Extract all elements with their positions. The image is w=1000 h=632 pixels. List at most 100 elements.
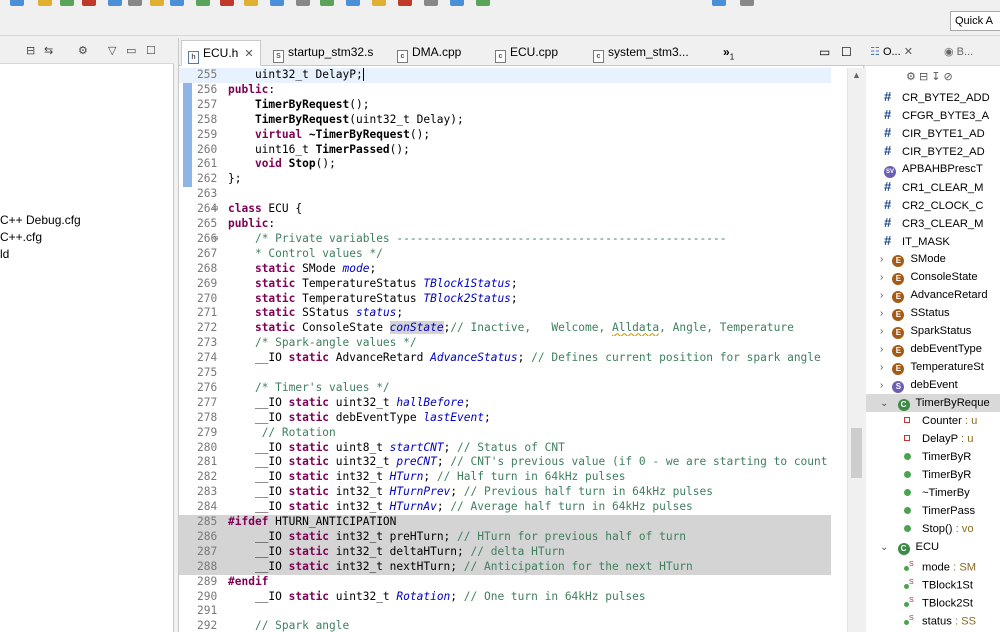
outline-item[interactable]: › E TemperatureSt [880,358,984,376]
code-line[interactable]: 290 __IO static uint32_t Rotation; // On… [179,590,831,605]
code-line[interactable]: 282 __IO static int32_t HTurn; // Half t… [179,470,831,485]
code-line[interactable]: 279 // Rotation [179,426,831,441]
expand-chevron-icon[interactable]: ⌄ [880,542,888,553]
toolbar-button-icon[interactable] [220,0,234,6]
toolbar-button-icon[interactable] [450,0,464,6]
outline-item[interactable]: Stop() : vo [866,520,974,538]
close-icon[interactable]: ✕ [904,46,913,58]
code-line[interactable]: 255 uint32_t DelayP; [179,68,831,83]
toolbar-button-icon[interactable] [108,0,122,6]
fold-toggle-icon[interactable]: ⊖ [213,232,218,247]
code-line[interactable]: 267 * Control values */ [179,247,831,262]
toolbar-button-icon[interactable] [10,0,24,6]
tree-item-debug-cfg[interactable]: C++ Debug.cfg [0,213,81,227]
editor-minimize-button[interactable]: ▭ [813,40,833,66]
outline-item[interactable]: ⌄ C TimerByReque [866,394,1000,412]
outline-item[interactable]: TimerByR [866,466,971,484]
filter-icon[interactable]: ⚙ [906,71,916,83]
outline-item[interactable]: › E ConsoleState [880,268,978,286]
code-line[interactable]: 270 static TemperatureStatus TBlock2Stat… [179,292,831,307]
toolbar-button-icon[interactable] [196,0,210,6]
toolbar-button-icon[interactable] [346,0,360,6]
outline-item[interactable]: # IT_MASK [866,232,950,250]
code-line[interactable]: 256 public: [179,83,831,98]
filter-icon[interactable]: ⚙ [78,44,88,58]
outline-item[interactable]: ~TimerBy [866,484,970,502]
expand-chevron-icon[interactable]: › [880,308,883,319]
outline-item[interactable]: › E SStatus [880,304,950,322]
code-line[interactable]: 275 [179,366,831,381]
scroll-up-icon[interactable]: ▲ [852,70,861,80]
code-line[interactable]: 285 #ifdef HTURN_ANTICIPATION [179,515,831,530]
code-line[interactable]: 263 [179,187,831,202]
code-text-area[interactable]: 255 uint32_t DelayP; 256 public: 257 TimerB… [179,68,865,632]
outline-item[interactable]: DelayP : u [866,430,973,448]
toolbar-button-icon[interactable] [424,0,438,6]
sort-icon[interactable]: ↧ [931,71,940,83]
editor-maximize-button[interactable]: ☐ [835,40,855,66]
hide-fields-icon[interactable]: ⊘ [944,71,953,83]
outline-item[interactable]: # CIR_BYTE2_AD [866,142,985,160]
toolbar-button-icon[interactable] [740,0,754,6]
code-line[interactable]: 272 static ConsoleState conState;// Inac… [179,321,831,336]
expand-chevron-icon[interactable]: › [880,362,883,373]
outline-item[interactable]: SconState [866,628,966,632]
close-icon[interactable]: ✕ [244,48,253,60]
code-line[interactable]: 257 TimerByRequest(); [179,98,831,113]
code-line[interactable]: 288 __IO static int32_t nextHTurn; // An… [179,559,831,575]
code-line[interactable]: 265 public: [179,217,831,232]
toolbar-button-icon[interactable] [128,0,142,6]
code-line[interactable]: 283 __IO static int32_t HTurnPrev; // Pr… [179,485,831,500]
code-line[interactable]: 274 __IO static AdvanceRetard AdvanceSta… [179,351,831,366]
expand-chevron-icon[interactable]: ⌄ [880,398,888,409]
scrollbar-thumb[interactable] [851,428,862,478]
outline-item[interactable]: SV APBAHBPrescT [866,160,983,178]
expand-chevron-icon[interactable]: › [880,344,883,355]
code-line[interactable]: 280 __IO static uint8_t startCNT; // Sta… [179,441,831,456]
toolbar-button-icon[interactable] [244,0,258,6]
collapse-icon[interactable]: ⊟ [919,71,928,83]
outline-item[interactable]: TimerByR [866,448,971,466]
outline-item[interactable]: Counter : u [866,412,977,430]
tab-overflow-button[interactable]: »1 [717,40,747,66]
outline-item[interactable]: Sstatus : SS [866,610,976,628]
outline-item[interactable]: # CR1_CLEAR_M [866,178,983,196]
vertical-scrollbar[interactable]: ▲ [847,68,865,632]
outline-item[interactable]: # CFGR_BYTE3_A [866,106,989,124]
code-line[interactable]: 261 void Stop(); [179,157,831,172]
toolbar-button-icon[interactable] [60,0,74,6]
toolbar-button-icon[interactable] [270,0,284,6]
tree-item-ld[interactable]: ld [0,247,9,261]
outline-item[interactable]: # CIR_BYTE1_AD [866,124,985,142]
code-line[interactable]: 268 static SMode mode; [179,262,831,277]
expand-chevron-icon[interactable]: › [880,272,883,283]
code-line[interactable]: 291 [179,604,831,619]
code-line[interactable]: 286 __IO static int32_t preHTurn; // HTu… [179,529,831,545]
code-line[interactable]: 269 static TemperatureStatus TBlock1Stat… [179,277,831,292]
outline-item[interactable]: Smode : SM [866,556,976,574]
toolbar-button-icon[interactable] [150,0,164,6]
code-line[interactable]: 289 #endif [179,575,831,590]
code-line[interactable]: 260 uint16_t TimerPassed(); [179,143,831,158]
outline-item[interactable]: › EdebEventType [880,340,982,358]
tree-item-cfg[interactable]: C++.cfg [0,230,42,244]
view-menu-icon[interactable]: ▽ [108,44,116,58]
outline-item[interactable]: # CR2_CLOCK_C [866,196,983,214]
maximize-icon[interactable]: ☐ [146,44,156,58]
code-line[interactable]: 266 ⊖ /* Private variables --------------… [179,232,831,247]
link-editor-icon[interactable]: ⇆ [44,44,53,58]
outline-item[interactable]: ⌄ C ECU [880,538,939,556]
toolbar-button-icon[interactable] [398,0,412,6]
code-line[interactable]: 276 /* Timer's values */ [179,381,831,396]
expand-chevron-icon[interactable]: › [880,380,883,391]
toolbar-button-icon[interactable] [320,0,334,6]
code-line[interactable]: 259 virtual ~TimerByRequest(); [179,128,831,143]
collapse-all-icon[interactable]: ⊟ [26,44,35,58]
outline-item[interactable]: # CR3_CLEAR_M [866,214,983,232]
outline-item[interactable]: S TBlock1St [866,574,973,592]
code-line[interactable]: 278 __IO static debEventType lastEvent; [179,411,831,426]
outline-item[interactable]: › SdebEvent [880,376,958,394]
expand-chevron-icon[interactable]: › [880,326,883,337]
code-line[interactable]: 258 TimerByRequest(uint32_t Delay); [179,113,831,128]
tab-system-stm3[interactable]: c system_stm3... [587,40,699,66]
